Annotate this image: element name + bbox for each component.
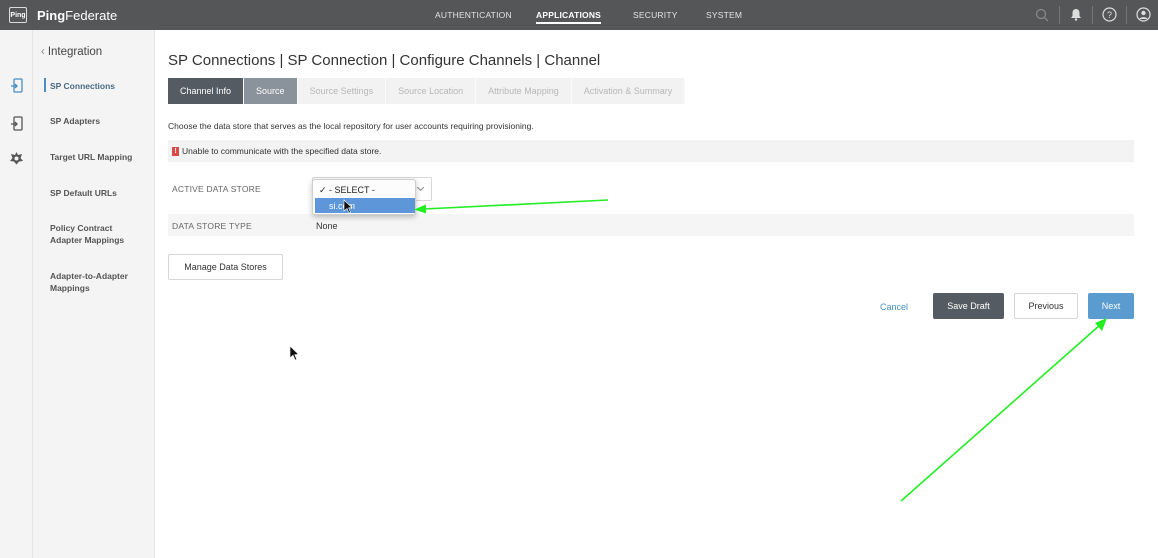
chevron-left-icon: ‹ <box>41 46 45 58</box>
search-icon[interactable] <box>1033 6 1050 23</box>
nav-authentication[interactable]: AUTHENTICATION <box>435 10 512 20</box>
help-icon[interactable]: ? <box>1101 6 1118 23</box>
sidebar-item-adapter-to-adapter-mappings[interactable]: Adapter-to-Adapter Mappings <box>50 270 140 294</box>
sidebar-back-integration[interactable]: ‹ Integration <box>41 46 102 58</box>
annotation-arrow-next <box>900 318 1107 502</box>
previous-button[interactable]: Previous <box>1014 293 1078 319</box>
divider <box>1126 6 1127 24</box>
error-message-row: ! Unable to communicate with the specifi… <box>168 140 1134 162</box>
tab-channel-info[interactable]: Channel Info <box>168 78 245 104</box>
active-data-store-label: ACTIVE DATA STORE <box>172 184 261 194</box>
tab-source-settings[interactable]: Source Settings <box>297 78 387 104</box>
next-button[interactable]: Next <box>1088 293 1134 319</box>
nav-security[interactable]: SECURITY <box>633 10 678 20</box>
ping-logo: Ping <box>9 7 27 23</box>
top-bar: Ping PingFederate AUTHENTICATION APPLICA… <box>0 0 1158 30</box>
data-store-type-label: DATA STORE TYPE <box>172 221 252 231</box>
dropdown-option-si-com[interactable]: si.com <box>315 198 415 213</box>
divider <box>1059 6 1060 24</box>
data-store-dropdown: ✓ - SELECT - si.com <box>312 179 416 215</box>
tab-source-location[interactable]: Source Location <box>386 78 477 104</box>
sidebar-item-target-url-mapping[interactable]: Target URL Mapping <box>50 151 150 163</box>
icon-rail <box>0 30 33 558</box>
cursor-icon <box>289 345 300 361</box>
sp-adapters-icon[interactable] <box>8 115 25 132</box>
sidebar: ‹ Integration SP Connections SP Adapters … <box>33 30 155 558</box>
nav-system[interactable]: SYSTEM <box>706 10 742 20</box>
data-store-type-row <box>168 214 1134 236</box>
sidebar-item-sp-default-urls[interactable]: SP Default URLs <box>50 187 150 199</box>
sidebar-item-sp-connections[interactable]: SP Connections <box>50 80 150 92</box>
tab-activation-summary[interactable]: Activation & Summary <box>571 78 686 104</box>
svg-text:?: ? <box>1107 10 1112 20</box>
wizard-tabs: Channel Info Source Source Settings Sour… <box>168 78 686 104</box>
nav-applications[interactable]: APPLICATIONS <box>536 10 602 24</box>
cancel-button[interactable]: Cancel <box>872 300 916 314</box>
divider <box>1092 6 1093 24</box>
data-store-type-value: None <box>316 221 338 231</box>
page-description: Choose the data store that serves as the… <box>168 121 534 131</box>
chevron-down-icon <box>416 183 425 192</box>
dropdown-option-select[interactable]: ✓ - SELECT - <box>315 183 415 198</box>
bell-icon[interactable] <box>1067 6 1084 23</box>
brand-name: PingFederate <box>37 8 118 23</box>
error-message: Unable to communicate with the specified… <box>182 146 382 156</box>
target-url-icon[interactable] <box>8 149 25 166</box>
error-icon: ! <box>172 146 179 156</box>
sidebar-item-sp-adapters[interactable]: SP Adapters <box>50 115 150 127</box>
tab-source[interactable]: Source <box>244 78 298 104</box>
active-marker <box>44 78 46 92</box>
page-title: SP Connections | SP Connection | Configu… <box>168 52 601 69</box>
annotation-arrow-dropdown <box>414 199 609 214</box>
user-icon[interactable] <box>1135 6 1152 23</box>
manage-data-stores-button[interactable]: Manage Data Stores <box>168 254 283 280</box>
sidebar-item-policy-contract-adapter-mappings[interactable]: Policy Contract Adapter Mappings <box>50 222 140 246</box>
sp-connections-icon[interactable] <box>8 77 25 94</box>
tab-attribute-mapping[interactable]: Attribute Mapping <box>476 78 572 104</box>
save-draft-button[interactable]: Save Draft <box>933 293 1004 319</box>
